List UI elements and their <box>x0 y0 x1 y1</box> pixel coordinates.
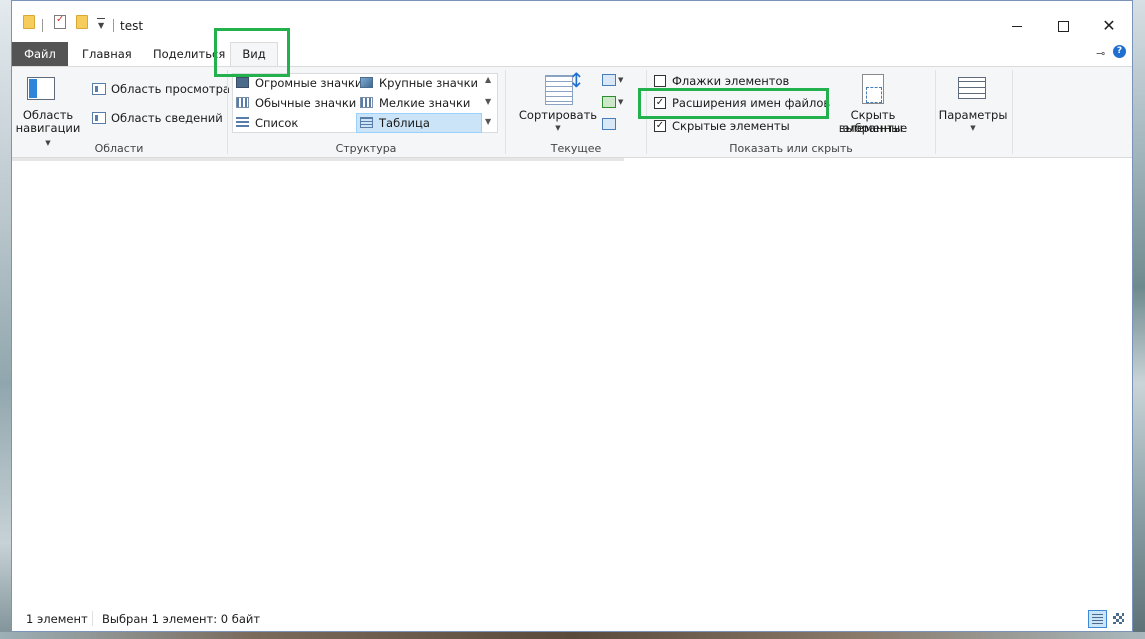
pin-ribbon-icon[interactable]: ⊸ <box>1096 47 1105 60</box>
group-separator <box>1012 70 1013 154</box>
layout-details[interactable]: Таблица <box>356 113 482 133</box>
maximize-icon <box>1057 21 1069 32</box>
group-label-show-hide: Показать или скрыть <box>729 142 853 155</box>
layout-gallery-scroll[interactable]: ▲ ▼ ▼ <box>482 73 497 133</box>
hide-selected-items-button[interactable]: Скрыть выбранные элементы <box>818 67 928 137</box>
status-separator <box>92 611 93 626</box>
title-bar: ▼ test ✕ <box>12 1 1132 41</box>
maximize-button[interactable] <box>1040 13 1086 41</box>
close-icon: ✕ <box>1102 16 1116 35</box>
sort-by-label: Сортировать <box>518 108 598 122</box>
group-by-icon[interactable] <box>602 74 616 86</box>
chevron-down-icon: ▼ <box>970 124 976 132</box>
chevron-down-icon[interactable]: ▼ <box>618 76 623 84</box>
chevron-down-icon[interactable]: ▼ <box>618 98 623 106</box>
layout-item-label: Таблица <box>379 116 430 130</box>
properties-icon[interactable] <box>54 14 66 29</box>
quick-access-dropdown-icon[interactable]: ▼ <box>96 18 106 30</box>
hidden-items-checkbox[interactable]: ✓ <box>654 120 666 132</box>
size-columns-icon[interactable] <box>602 118 616 130</box>
quick-access-separator <box>42 19 43 32</box>
layout-item-label: Список <box>255 116 299 130</box>
status-bar: 1 элемент Выбран 1 элемент: 0 байт <box>12 606 1132 631</box>
item-checkboxes-label: Флажки элементов <box>672 74 790 88</box>
details-icon <box>360 117 373 128</box>
minimize-icon <box>1012 26 1022 27</box>
selection-info: Выбран 1 элемент: 0 байт <box>102 612 261 626</box>
large-icons-view-button[interactable] <box>1110 610 1128 628</box>
layout-item-label: Огромные значки <box>255 76 363 90</box>
highlight-file-extensions <box>638 88 829 119</box>
desktop-background-right <box>1133 0 1145 639</box>
hide-selected-label-2: элементы <box>843 121 903 135</box>
item-count: 1 элемент <box>26 612 88 626</box>
desktop-background-bottom <box>0 632 1145 639</box>
content-progress-strip <box>12 158 624 161</box>
preview-pane-label: Область просмотра <box>111 82 230 96</box>
layout-medium-icons[interactable]: Обычные значки <box>233 94 357 112</box>
details-pane-label: Область сведений <box>111 111 223 125</box>
preview-pane-button[interactable]: Область просмотра <box>92 80 230 98</box>
medium-icons-icon <box>236 97 249 108</box>
ribbon-tabs: Файл Главная Поделиться Вид ⊸ ? <box>12 41 1132 66</box>
folder-icon <box>23 15 35 29</box>
desktop-background-left <box>0 0 11 639</box>
layout-large-icons[interactable]: Крупные значки <box>357 74 481 92</box>
group-label-layout: Структура <box>335 142 397 155</box>
layout-item-label: Мелкие значки <box>379 96 471 110</box>
item-checkboxes-checkbox[interactable] <box>654 75 666 87</box>
sort-by-button[interactable]: Сортировать ▼ <box>517 67 599 137</box>
details-pane-button[interactable]: Область сведений <box>92 109 223 127</box>
tab-home[interactable]: Главная <box>82 43 132 65</box>
help-icon[interactable]: ? <box>1113 45 1126 58</box>
scroll-down-icon[interactable]: ▼ <box>485 97 491 106</box>
minimize-button[interactable] <box>994 13 1040 41</box>
preview-pane-icon <box>92 83 106 95</box>
sort-icon <box>545 74 585 105</box>
layout-list[interactable]: Список <box>233 114 357 132</box>
navigation-pane-button[interactable]: Область навигации ▼ <box>12 67 84 147</box>
gallery-more-icon[interactable]: ▼ <box>485 117 491 126</box>
navigation-pane-icon <box>27 77 55 100</box>
group-label-panes: Области <box>94 142 144 155</box>
explorer-window: ▼ test ✕ Файл Главная Поделиться Вид ⊸ ?… <box>11 0 1133 632</box>
window-title: test <box>120 19 144 33</box>
add-columns-icon[interactable] <box>602 96 616 108</box>
title-separator <box>113 19 114 32</box>
options-button[interactable]: Параметры ▼ <box>936 67 1010 137</box>
layout-gallery: Огромные значки Крупные значки Обычные з… <box>232 73 498 133</box>
layout-item-label: Обычные значки <box>255 96 357 110</box>
list-icon <box>236 117 249 128</box>
highlight-view-tab <box>214 28 290 77</box>
close-button[interactable]: ✕ <box>1086 13 1132 41</box>
ribbon: Область навигации ▼ Область просмотра Об… <box>12 66 1132 168</box>
hide-selected-icon <box>862 74 884 104</box>
details-view-button[interactable] <box>1088 610 1107 628</box>
layout-item-label: Крупные значки <box>379 76 479 90</box>
chevron-down-icon: ▼ <box>555 124 561 132</box>
options-label: Параметры <box>938 108 1008 122</box>
scroll-up-icon[interactable]: ▲ <box>485 75 491 84</box>
navigation-pane-label-2: навигации <box>15 121 81 135</box>
hidden-items-label: Скрытые элементы <box>672 119 790 133</box>
new-folder-icon[interactable] <box>76 15 88 29</box>
layout-small-icons[interactable]: Мелкие значки <box>357 94 481 112</box>
large-icons-icon <box>360 77 373 88</box>
tab-file[interactable]: Файл <box>12 42 68 66</box>
file-list-area[interactable] <box>12 158 1132 606</box>
small-icons-icon <box>360 97 373 108</box>
options-icon <box>958 77 986 99</box>
details-pane-icon <box>92 112 106 124</box>
huge-icons-icon <box>236 77 249 88</box>
